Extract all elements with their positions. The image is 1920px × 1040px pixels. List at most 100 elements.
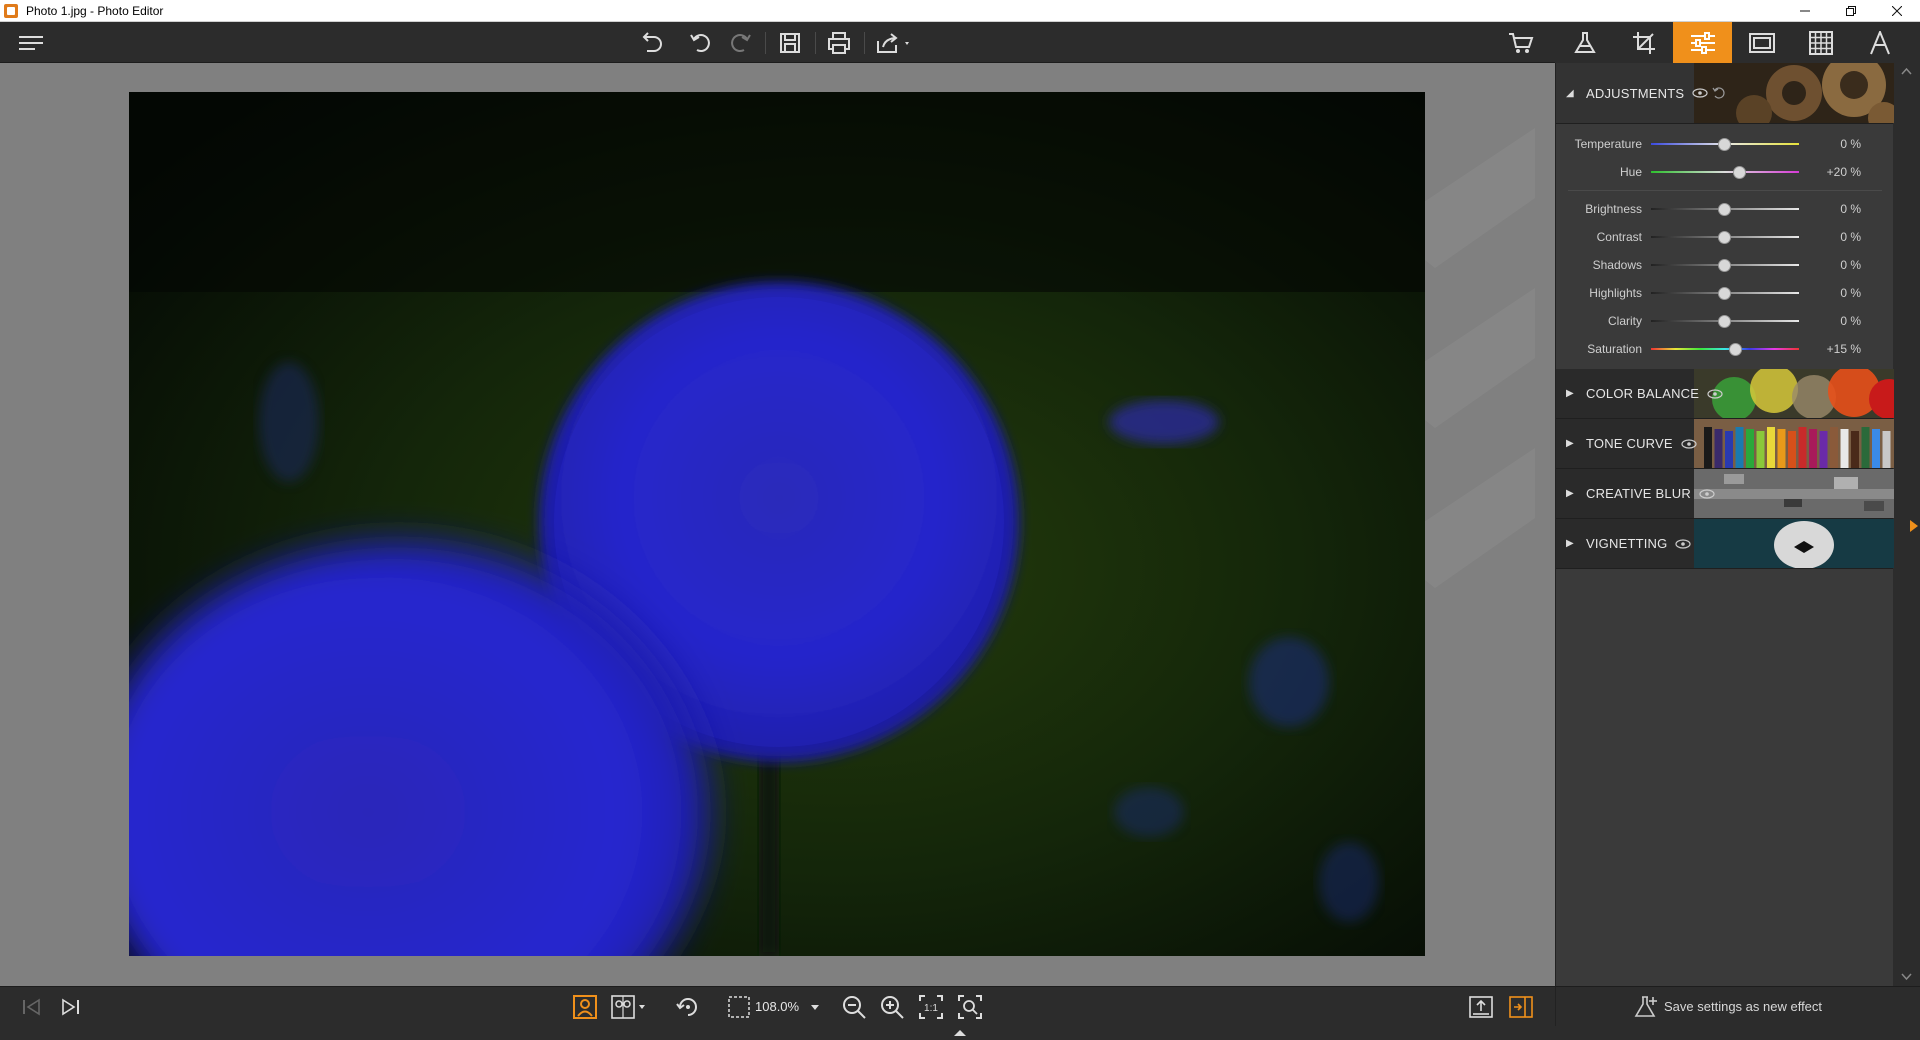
save-effect-button[interactable]: Save settings as new effect	[1555, 986, 1920, 1026]
close-button[interactable]	[1874, 0, 1920, 22]
slider-label: Saturation	[1587, 342, 1642, 356]
slider-track[interactable]	[1651, 348, 1799, 350]
menu-icon[interactable]	[18, 30, 44, 56]
frames-tab[interactable]	[1732, 22, 1791, 63]
zoom-out-icon[interactable]	[842, 995, 866, 1019]
visibility-eye-icon[interactable]	[1675, 538, 1692, 549]
slider-hue: Hue +20 %	[1556, 158, 1894, 186]
portrait-mode-icon[interactable]	[573, 995, 597, 1019]
section-label: CREATIVE BLUR	[1586, 486, 1691, 501]
slider-thumb[interactable]	[1729, 343, 1743, 356]
visibility-eye-icon[interactable]	[1699, 488, 1715, 499]
visibility-eye-icon[interactable]	[1692, 88, 1708, 98]
sliders-icon	[1690, 31, 1715, 54]
slider-thumb[interactable]	[1732, 166, 1746, 179]
save-icon[interactable]	[777, 30, 803, 56]
next-image-icon[interactable]	[58, 995, 82, 1019]
cart-icon[interactable]	[1508, 30, 1534, 56]
creative-blur-section-header[interactable]: ▶ CREATIVE BLUR	[1556, 469, 1894, 519]
collapse-arrow-icon[interactable]: ◢	[1566, 88, 1574, 99]
toggle-panel-icon[interactable]	[1509, 995, 1533, 1019]
zoom-in-icon[interactable]	[880, 995, 904, 1019]
slider-label: Brightness	[1585, 202, 1642, 216]
slider-clarity: Clarity 0 %	[1556, 307, 1894, 335]
zoom-level[interactable]: 108.0%	[755, 999, 799, 1014]
visibility-eye-icon[interactable]	[1681, 438, 1697, 449]
tone-curve-section-header[interactable]: ▶ TONE CURVE	[1556, 419, 1894, 469]
first-image-icon[interactable]	[20, 995, 44, 1019]
slider-divider	[1568, 190, 1882, 191]
section-thumbnail	[1694, 419, 1894, 468]
reset-icon[interactable]	[1712, 86, 1726, 100]
slider-label: Shadows	[1592, 258, 1642, 272]
fit-size-icon[interactable]	[727, 995, 751, 1019]
flask-icon	[1573, 31, 1596, 53]
window-controls	[1782, 0, 1920, 22]
slider-track[interactable]	[1651, 171, 1799, 173]
slider-saturation: Saturation +15 %	[1556, 335, 1894, 363]
slider-thumb[interactable]	[1718, 138, 1731, 151]
toolbar-divider	[815, 32, 816, 54]
slider-value: 0 %	[1840, 286, 1861, 300]
photo[interactable]	[129, 92, 1425, 956]
undo-icon[interactable]	[688, 30, 714, 56]
slider-thumb[interactable]	[1718, 231, 1731, 244]
crop-icon	[1632, 31, 1655, 54]
scroll-up-icon[interactable]	[1893, 65, 1920, 79]
section-thumbnail	[1694, 369, 1894, 418]
expand-arrow-icon[interactable]: ▶	[1566, 538, 1574, 549]
adjustments-section-header[interactable]: ◢ ADJUSTMENTS	[1556, 63, 1894, 124]
minimize-button[interactable]	[1782, 0, 1828, 22]
adjustments-tab[interactable]	[1673, 22, 1732, 63]
slider-temperature: Temperature 0 %	[1556, 130, 1894, 158]
slider-shadows: Shadows 0 %	[1556, 251, 1894, 279]
slider-thumb[interactable]	[1718, 315, 1731, 328]
export-icon[interactable]	[1469, 995, 1493, 1019]
section-thumbnail	[1694, 469, 1894, 518]
save-effect-label: Save settings as new effect	[1664, 999, 1823, 1014]
flask-plus-icon	[1634, 995, 1657, 1017]
image-canvas[interactable]	[0, 63, 1555, 986]
effect-sections: ▶ COLOR BALANCE ▶ TONE CURVE ▶ CREATIVE BLUR ▶…	[1556, 369, 1894, 569]
expand-arrow-icon[interactable]: ▶	[1566, 488, 1574, 499]
title-bar: Photo 1.jpg - Photo Editor	[0, 0, 1920, 22]
panel-toggle-arrow-icon[interactable]	[1910, 520, 1918, 532]
undo-all-icon[interactable]	[638, 30, 664, 56]
slider-value: +20 %	[1826, 165, 1861, 179]
fit-window-icon[interactable]	[958, 995, 982, 1019]
slider-thumb[interactable]	[1718, 259, 1731, 272]
slider-thumb[interactable]	[1718, 287, 1731, 300]
vignetting-section-header[interactable]: ▶ VIGNETTING	[1556, 519, 1894, 569]
rotate-icon[interactable]	[676, 995, 700, 1019]
collapse-filmstrip-icon[interactable]	[954, 1030, 966, 1036]
print-icon[interactable]	[826, 30, 852, 56]
adjustments-sliders: Temperature 0 % Hue +20 % Brightness 0 % Contr…	[1556, 124, 1894, 369]
slider-thumb[interactable]	[1718, 203, 1731, 216]
crop-tab[interactable]	[1614, 22, 1673, 63]
slider-value: 0 %	[1840, 314, 1861, 328]
svg-text:1:1: 1:1	[924, 1003, 938, 1014]
color-balance-section-header[interactable]: ▶ COLOR BALANCE	[1556, 369, 1894, 419]
slider-label: Temperature	[1574, 137, 1642, 151]
restore-button[interactable]	[1828, 0, 1874, 22]
expand-arrow-icon[interactable]: ▶	[1566, 388, 1574, 399]
slider-value: 0 %	[1840, 202, 1861, 216]
effects-tab[interactable]	[1555, 22, 1614, 63]
expand-arrow-icon[interactable]: ▶	[1566, 438, 1574, 449]
section-label: TONE CURVE	[1586, 436, 1673, 451]
text-icon	[1869, 30, 1890, 54]
texture-tab[interactable]	[1791, 22, 1850, 63]
panel-tabs	[1555, 22, 1920, 63]
scroll-down-icon[interactable]	[1893, 970, 1920, 984]
actual-size-icon[interactable]: 1:1	[919, 995, 943, 1019]
text-tab[interactable]	[1850, 22, 1909, 63]
visibility-eye-icon[interactable]	[1707, 388, 1723, 399]
zoom-dropdown-icon[interactable]	[808, 995, 822, 1019]
slider-contrast: Contrast 0 %	[1556, 223, 1894, 251]
section-label: VIGNETTING	[1586, 536, 1668, 551]
redo-icon[interactable]	[727, 30, 753, 56]
share-icon[interactable]	[875, 30, 915, 56]
slider-value: 0 %	[1840, 230, 1861, 244]
section-label: ADJUSTMENTS	[1586, 85, 1685, 101]
compare-icon[interactable]	[611, 995, 647, 1019]
